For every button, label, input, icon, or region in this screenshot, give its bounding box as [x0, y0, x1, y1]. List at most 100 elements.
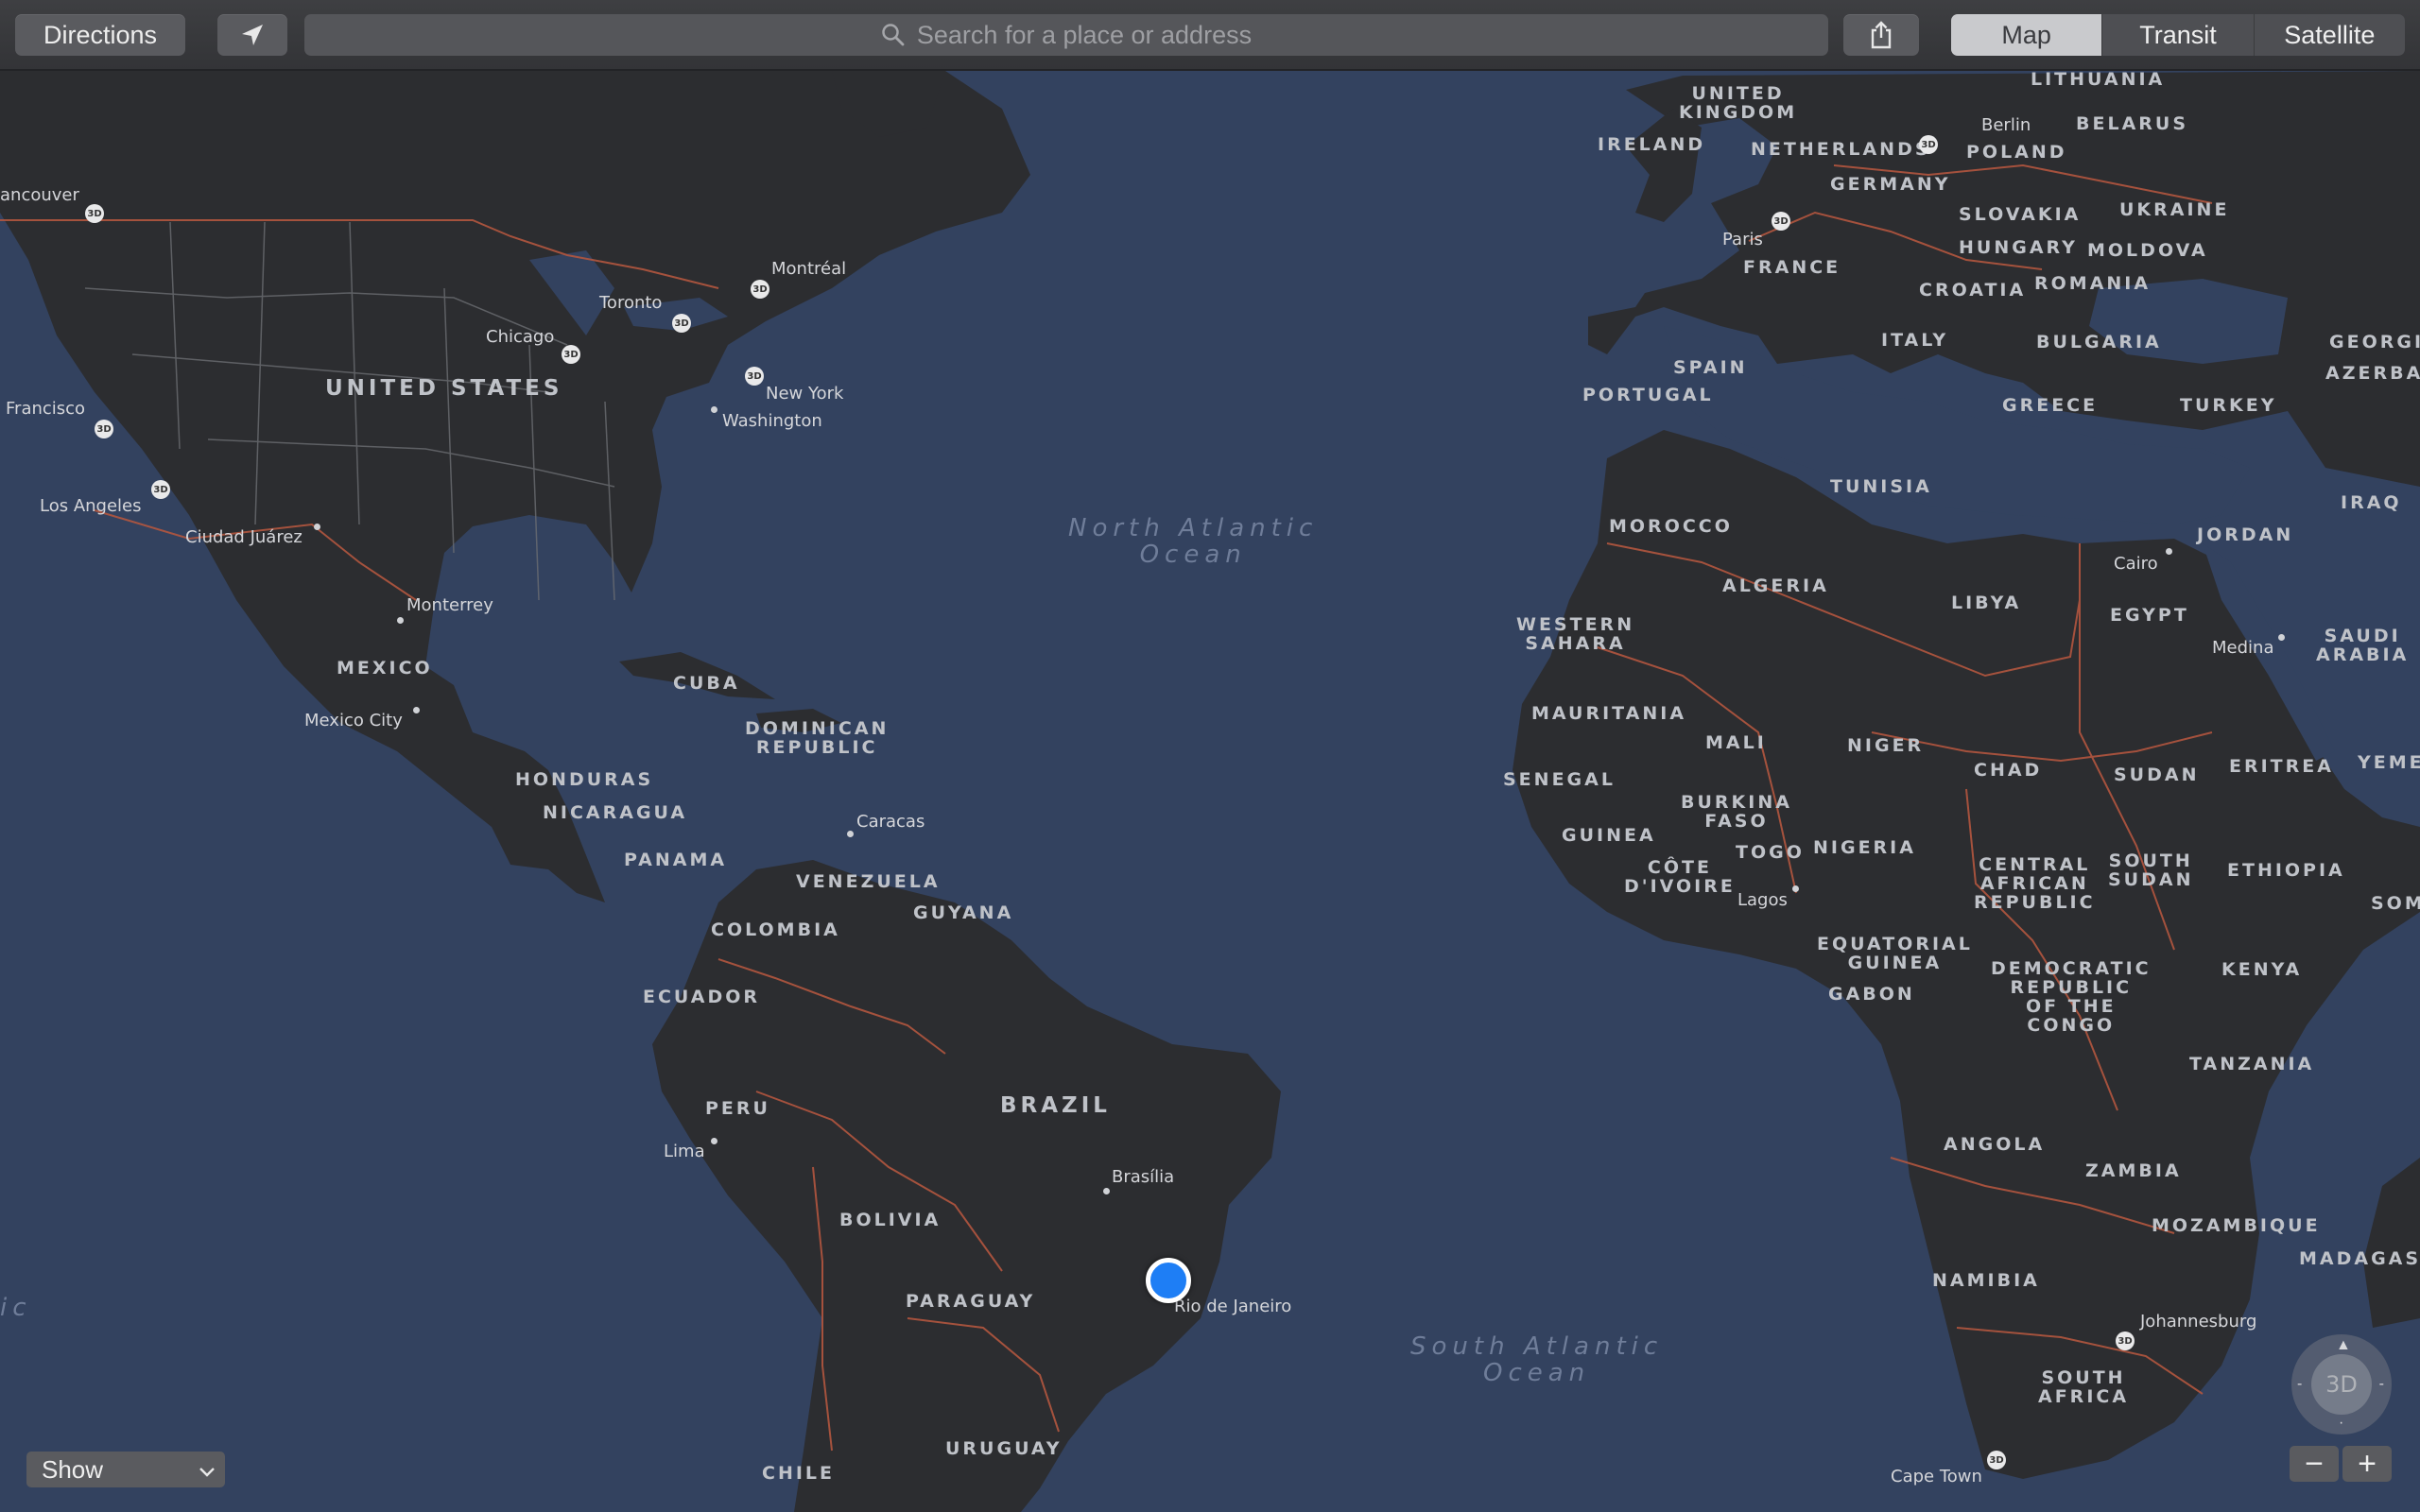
flyover-3d-badge[interactable]: 3D	[1987, 1451, 2006, 1469]
country-label: JORDAN	[2197, 524, 2294, 545]
country-label: PARAGUAY	[906, 1291, 1036, 1312]
country-label: UNITED KINGDOM	[1679, 84, 1797, 122]
compass-north-icon: ▲	[2336, 1337, 2351, 1353]
country-label: SOUTH AFRICA	[2038, 1368, 2129, 1406]
ocean-label-fragment: ic	[0, 1294, 32, 1322]
search-placeholder: Search for a place or address	[916, 20, 1253, 49]
city-label: Mexico City	[304, 711, 403, 730]
chevron-down-icon	[199, 1455, 216, 1485]
country-label-line: UNITED	[1691, 83, 1785, 104]
city-label: Montréal	[771, 259, 847, 279]
country-label: GUYANA	[913, 902, 1014, 923]
country-label: NIGER	[1847, 735, 1925, 756]
country-label: PORTUGAL	[1582, 385, 1714, 405]
current-location-button[interactable]	[217, 14, 287, 56]
country-label: UNITED STATES	[325, 376, 563, 401]
country-label: KENYA	[2221, 959, 2303, 980]
country-label-line: CENTRAL	[1979, 854, 2091, 875]
compass-3d-toggle[interactable]: 3D	[2311, 1354, 2372, 1415]
country-label: MOLDOVA	[2087, 240, 2208, 261]
flyover-3d-badge[interactable]: 3D	[672, 314, 691, 333]
map-type-map[interactable]: Map	[1951, 14, 2102, 56]
country-label: LITHUANIA	[2031, 69, 2166, 90]
city-label: Caracas	[856, 812, 925, 832]
country-label-line: SOUTH	[2041, 1367, 2126, 1388]
flyover-3d-badge[interactable]: 3D	[95, 420, 113, 438]
country-label: COLOMBIA	[711, 919, 840, 940]
country-label: VENEZUELA	[796, 871, 941, 892]
country-label: ECUADOR	[643, 987, 761, 1007]
country-label: CUBA	[673, 673, 740, 694]
city-label: Lagos	[1737, 890, 1788, 910]
map-type-transit[interactable]: Transit	[2101, 14, 2253, 56]
country-label: BELARUS	[2076, 113, 2189, 134]
country-label: GUINEA	[1562, 825, 1656, 846]
country-label-line: ARABIA	[2316, 644, 2410, 665]
city-dot	[2166, 548, 2172, 555]
country-label: SAUDI ARABIA	[2316, 627, 2409, 664]
country-label: SENEGAL	[1503, 769, 1616, 790]
city-label: Ciudad Juárez	[185, 527, 302, 547]
city-dot	[397, 617, 404, 624]
ocean-label-south-atlantic: South Atlantic Ocean	[1410, 1333, 1663, 1386]
search-field[interactable]: Search for a place or address	[304, 14, 1828, 56]
flyover-3d-badge[interactable]: 3D	[85, 204, 104, 223]
country-label-line: EQUATORIAL	[1817, 934, 1973, 954]
city-dot	[711, 1138, 717, 1144]
flyover-3d-badge[interactable]: 3D	[151, 480, 170, 499]
country-label: GREECE	[2002, 395, 2099, 416]
city-label: Rio de Janeiro	[1174, 1297, 1292, 1316]
country-label-line: GUINEA	[1847, 953, 1943, 973]
flyover-3d-badge[interactable]: 3D	[1772, 212, 1790, 231]
map-type-satellite[interactable]: Satellite	[2253, 14, 2405, 56]
country-label: EQUATORIAL GUINEA	[1817, 935, 1973, 972]
ocean-label-line: Ocean	[1139, 541, 1247, 569]
flyover-3d-badge[interactable]: 3D	[562, 345, 580, 364]
flyover-3d-badge[interactable]: 3D	[2116, 1332, 2135, 1350]
country-label-line: BURKINA	[1681, 792, 1792, 813]
country-label-line: FASO	[1704, 811, 1769, 832]
show-dropdown[interactable]: Show	[26, 1452, 225, 1487]
city-label: Brasília	[1112, 1167, 1175, 1187]
country-label: DEMOCRATIC REPUBLIC OF THE CONGO	[1991, 959, 2152, 1035]
country-label: ANGOLA	[1944, 1134, 2046, 1155]
city-label: Paris	[1722, 230, 1763, 249]
country-label: MAURITANIA	[1531, 703, 1687, 724]
city-label: Cairo	[2114, 554, 2158, 574]
country-label: EGYPT	[2110, 605, 2189, 626]
city-label: Johannesburg	[2140, 1312, 2257, 1332]
country-label: MADAGASC	[2299, 1248, 2420, 1269]
country-label-line: DOMINICAN	[745, 718, 890, 739]
country-label: NAMIBIA	[1932, 1270, 2040, 1291]
directions-label: Directions	[43, 20, 158, 49]
country-label: WESTERN SAHARA	[1516, 615, 1634, 653]
share-icon	[1869, 21, 1893, 49]
share-button[interactable]	[1843, 14, 1919, 56]
country-label-line: KINGDOM	[1679, 102, 1798, 123]
country-label: HONDURAS	[515, 769, 654, 790]
country-label-line: WESTERN	[1516, 614, 1635, 635]
country-label-line: CÔTE	[1647, 857, 1712, 878]
country-label: ERITREA	[2229, 756, 2334, 777]
flyover-3d-badge[interactable]: 3D	[745, 367, 764, 386]
flyover-3d-badge[interactable]: 3D	[1919, 135, 1938, 154]
directions-button[interactable]: Directions	[15, 14, 185, 56]
country-label: BOLIVIA	[839, 1210, 942, 1230]
zoom-out-button[interactable]: −	[2290, 1446, 2339, 1482]
country-label: CHILE	[762, 1463, 836, 1484]
country-label: CENTRAL AFRICAN REPUBLIC	[1974, 855, 2096, 912]
country-label-line: REPUBLIC	[1974, 892, 2096, 913]
country-label-line: CONGO	[2027, 1015, 2116, 1036]
country-label: ETHIOPIA	[2227, 860, 2345, 881]
flyover-3d-badge[interactable]: 3D	[751, 280, 769, 299]
city-label: Lima	[664, 1142, 705, 1161]
map-type-selector: Map Transit Satellite	[1951, 14, 2405, 56]
user-location-marker[interactable]	[1146, 1258, 1191, 1303]
country-label: LIBYA	[1951, 593, 2022, 613]
compass-control[interactable]: ▲ - - · 3D	[2291, 1334, 2392, 1435]
zoom-in-button[interactable]: +	[2342, 1446, 2392, 1482]
country-label: AZERBAI	[2325, 363, 2420, 384]
city-label: Berlin	[1981, 115, 2031, 135]
map-canvas[interactable]: North Atlantic Ocean South Atlantic Ocea…	[0, 69, 2420, 1512]
minus-icon: −	[2305, 1445, 2324, 1482]
